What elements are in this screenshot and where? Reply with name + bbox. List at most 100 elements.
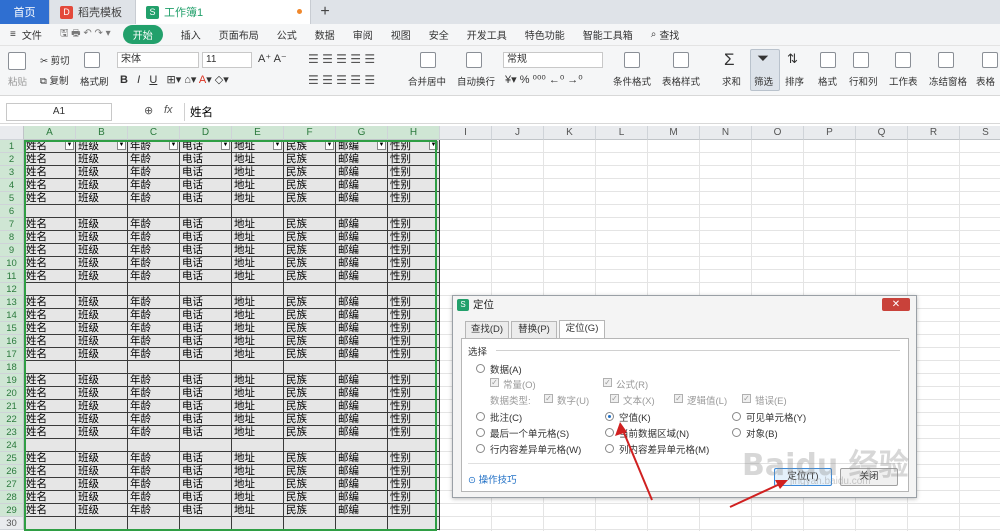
row-header-23[interactable]: 23 — [0, 426, 24, 439]
menu-item[interactable]: 公式 — [277, 27, 297, 42]
cell[interactable]: 地址 ▼ — [232, 140, 284, 153]
column-header-E[interactable]: E — [232, 126, 284, 140]
cell[interactable]: 年龄 — [128, 322, 180, 335]
cell[interactable] — [232, 361, 284, 374]
cell[interactable]: 地址 — [232, 400, 284, 413]
cell[interactable]: 班级 — [76, 465, 128, 478]
cell[interactable]: 姓名 — [24, 374, 76, 387]
cell[interactable]: 性别 — [388, 426, 440, 439]
column-header-K[interactable]: K — [544, 126, 596, 140]
cell[interactable]: 地址 — [232, 413, 284, 426]
name-box[interactable]: A1 — [6, 103, 112, 121]
radio-object[interactable] — [732, 428, 741, 437]
conditional-format-button[interactable]: 条件格式 — [613, 74, 651, 88]
paste-button[interactable]: 粘贴 — [8, 74, 27, 88]
column-header-G[interactable]: G — [336, 126, 388, 140]
row-header-16[interactable]: 16 — [0, 335, 24, 348]
format-painter-button[interactable]: 格式刷 — [80, 74, 109, 88]
cell[interactable]: 年龄 — [128, 504, 180, 517]
cell[interactable]: 邮编 — [336, 218, 388, 231]
cell[interactable]: 年龄 — [128, 452, 180, 465]
cell[interactable]: 邮编 — [336, 504, 388, 517]
tips-link[interactable]: ⊙ 操作技巧 — [468, 472, 517, 486]
number-format-buttons[interactable]: ¥▾ % ⁰⁰⁰ ←⁰ →⁰ — [505, 73, 583, 86]
sort-button[interactable]: 排序 — [785, 74, 804, 88]
cell[interactable] — [284, 283, 336, 296]
cell[interactable]: 性别 — [388, 413, 440, 426]
menu-start[interactable]: 开始 — [122, 25, 163, 44]
cell[interactable]: 邮编 — [336, 153, 388, 166]
cell[interactable]: 班级 — [76, 179, 128, 192]
tab-goto[interactable]: 定位(G) — [559, 320, 605, 338]
conditional-format-icon[interactable] — [624, 52, 640, 68]
cell[interactable]: 地址 — [232, 374, 284, 387]
cell[interactable]: 班级 — [76, 374, 128, 387]
dialog-close-button[interactable]: ✕ — [882, 298, 910, 311]
align-top-buttons[interactable]: ☰ ☰ ☰ ☰ ☰ — [308, 52, 375, 66]
cell[interactable]: 年龄 — [128, 335, 180, 348]
cell[interactable]: 地址 — [232, 153, 284, 166]
cell[interactable] — [76, 439, 128, 452]
cell[interactable]: 地址 — [232, 192, 284, 205]
cell[interactable]: 邮编 — [336, 348, 388, 361]
cell[interactable]: 班级 — [76, 309, 128, 322]
cell[interactable]: 民族 — [284, 335, 336, 348]
cell[interactable] — [128, 283, 180, 296]
cell[interactable]: 邮编 — [336, 400, 388, 413]
cell[interactable]: 民族 — [284, 296, 336, 309]
cell[interactable] — [180, 283, 232, 296]
column-header-M[interactable]: M — [648, 126, 700, 140]
cell[interactable]: 民族 — [284, 322, 336, 335]
cell[interactable] — [76, 205, 128, 218]
cell[interactable] — [336, 361, 388, 374]
cell[interactable] — [128, 205, 180, 218]
tab-workbook[interactable]: S 工作簿1 — [136, 0, 311, 24]
cell[interactable] — [24, 283, 76, 296]
cell[interactable]: 邮编 — [336, 192, 388, 205]
zoom-icon[interactable]: ⊕ — [144, 104, 153, 117]
filter-dropdown-icon[interactable]: ▼ — [273, 141, 282, 150]
column-header-H[interactable]: H — [388, 126, 440, 140]
cell[interactable]: 电话 — [180, 296, 232, 309]
table-tool-icon[interactable] — [982, 52, 998, 68]
cell[interactable]: 年龄 — [128, 218, 180, 231]
cell[interactable]: 姓名 — [24, 426, 76, 439]
row-header-13[interactable]: 13 — [0, 296, 24, 309]
cell[interactable]: 电话 — [180, 491, 232, 504]
radio-data[interactable] — [476, 364, 485, 373]
cell[interactable]: 姓名 — [24, 244, 76, 257]
cell[interactable]: 电话 — [180, 231, 232, 244]
cell[interactable]: 邮编 — [336, 322, 388, 335]
cell[interactable]: 班级 — [76, 335, 128, 348]
cell[interactable]: 年龄 — [128, 296, 180, 309]
row-header-29[interactable]: 29 — [0, 504, 24, 517]
cell[interactable]: 姓名 — [24, 400, 76, 413]
cell[interactable]: 民族 — [284, 231, 336, 244]
row-header-18[interactable]: 18 — [0, 361, 24, 374]
row-header-22[interactable]: 22 — [0, 413, 24, 426]
cell[interactable] — [76, 361, 128, 374]
new-tab-button[interactable]: + — [311, 0, 339, 24]
row-header-21[interactable]: 21 — [0, 400, 24, 413]
cell[interactable]: 年龄 — [128, 491, 180, 504]
cell[interactable]: 民族 — [284, 192, 336, 205]
font-grow-shrink-buttons[interactable]: A⁺ A⁻ — [258, 52, 287, 65]
menu-item[interactable]: 视图 — [391, 27, 411, 42]
format-icon[interactable] — [820, 52, 836, 68]
cell[interactable] — [336, 517, 388, 530]
menu-search[interactable]: 查找 — [659, 27, 679, 42]
cell[interactable]: 性别 — [388, 491, 440, 504]
row-header-27[interactable]: 27 — [0, 478, 24, 491]
cell[interactable]: 班级 — [76, 348, 128, 361]
filter-dropdown-icon[interactable]: ▼ — [117, 141, 126, 150]
cell[interactable]: 年龄 — [128, 309, 180, 322]
menu-item[interactable]: 插入 — [181, 27, 201, 42]
cell[interactable]: 电话 — [180, 426, 232, 439]
cell[interactable] — [76, 283, 128, 296]
cell[interactable] — [232, 283, 284, 296]
row-header-3[interactable]: 3 — [0, 166, 24, 179]
cell[interactable]: 电话 — [180, 192, 232, 205]
cell[interactable]: 民族 ▼ — [284, 140, 336, 153]
cell[interactable]: 电话 — [180, 400, 232, 413]
menu-item[interactable]: 安全 — [429, 27, 449, 42]
